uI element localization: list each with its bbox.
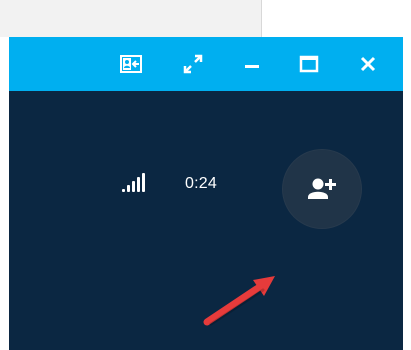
signal-bar xyxy=(132,181,135,192)
fullscreen-button[interactable] xyxy=(179,50,207,78)
signal-bar xyxy=(137,177,140,192)
fullscreen-icon xyxy=(183,54,203,74)
call-window: 0:24 xyxy=(9,37,403,350)
add-participant-button[interactable] xyxy=(282,149,362,229)
minimize-button[interactable] xyxy=(238,50,266,78)
add-person-icon xyxy=(308,178,336,199)
signal-bar xyxy=(142,173,145,192)
signal-strength-indicator xyxy=(122,172,150,192)
background-window xyxy=(0,0,262,37)
maximize-button[interactable] xyxy=(295,50,323,78)
share-screen-icon xyxy=(120,55,142,73)
signal-bar xyxy=(122,189,125,192)
call-duration: 0:24 xyxy=(185,175,217,192)
title-bar xyxy=(9,37,403,91)
maximize-icon xyxy=(299,55,319,73)
call-stage: 0:24 xyxy=(9,91,403,350)
signal-bar xyxy=(127,185,130,192)
close-icon xyxy=(360,56,376,72)
annotation-arrow xyxy=(203,276,275,326)
share-screen-button[interactable] xyxy=(117,50,145,78)
close-button[interactable] xyxy=(354,50,382,78)
minimize-icon xyxy=(245,65,259,68)
